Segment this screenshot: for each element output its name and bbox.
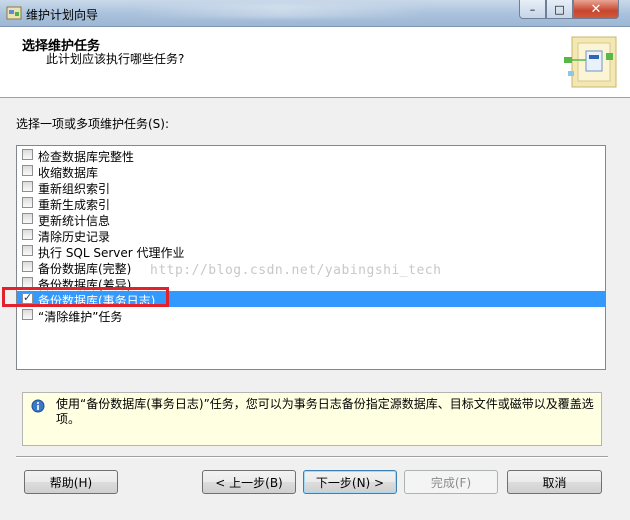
task-item[interactable]: 清除历史记录: [17, 227, 605, 244]
task-checkbox[interactable]: [22, 213, 33, 224]
next-button[interactable]: 下一步(N) >: [303, 470, 397, 494]
cancel-button[interactable]: 取消: [507, 470, 602, 494]
task-description-panel: 使用“备份数据库(事务日志)”任务，您可以为事务日志备份指定源数据库、目标文件或…: [22, 392, 602, 446]
task-checkbox[interactable]: [22, 181, 33, 192]
help-button[interactable]: 帮助(H): [24, 470, 118, 494]
task-item[interactable]: 更新统计信息: [17, 211, 605, 228]
task-item[interactable]: “清除维护”任务: [17, 307, 605, 324]
task-item[interactable]: 重新组织索引: [17, 179, 605, 196]
task-list-label: 选择一项或多项维护任务(S):: [16, 117, 170, 131]
wizard-window: 维护计划向导 – □ ✕ 选择维护任务 此计划应该执行哪些任务? 选择一项或多项…: [0, 0, 630, 520]
task-checkbox[interactable]: [22, 149, 33, 160]
task-checkbox[interactable]: [22, 165, 33, 176]
bottom-edge: [0, 505, 630, 520]
info-icon: [31, 399, 45, 413]
annotation-highlight-box: [2, 287, 169, 307]
button-divider: [16, 456, 608, 458]
minimize-button[interactable]: –: [519, 0, 546, 19]
task-checkbox[interactable]: [22, 261, 33, 272]
maximize-icon: □: [554, 2, 565, 16]
task-item[interactable]: 收缩数据库: [17, 163, 605, 180]
task-description-text: 使用“备份数据库(事务日志)”任务，您可以为事务日志备份指定源数据库、目标文件或…: [56, 397, 594, 426]
wizard-graphic-icon: [564, 36, 617, 88]
task-item[interactable]: 重新生成索引: [17, 195, 605, 212]
close-button[interactable]: ✕: [573, 0, 619, 19]
title-blur: [130, 4, 430, 18]
minimize-icon: –: [529, 2, 536, 16]
wizard-header: 选择维护任务 此计划应该执行哪些任务?: [0, 27, 630, 98]
task-checkbox[interactable]: [22, 229, 33, 240]
back-button[interactable]: < 上一步(B): [202, 470, 296, 494]
window-title: 维护计划向导: [26, 8, 99, 22]
task-item[interactable]: 检查数据库完整性: [17, 147, 605, 164]
finish-button[interactable]: 完成(F): [404, 470, 498, 494]
title-bar[interactable]: 维护计划向导 – □ ✕: [0, 0, 630, 27]
task-checkbox[interactable]: [22, 197, 33, 208]
close-icon: ✕: [590, 1, 602, 17]
task-checkbox[interactable]: [22, 309, 33, 320]
watermark-text: http://blog.csdn.net/yabingshi_tech: [150, 263, 442, 278]
page-subtitle: 此计划应该执行哪些任务?: [46, 52, 185, 66]
maximize-button[interactable]: □: [546, 0, 573, 19]
task-label: “清除维护”任务: [38, 310, 123, 324]
task-checkbox[interactable]: [22, 245, 33, 256]
task-item[interactable]: 执行 SQL Server 代理作业: [17, 243, 605, 260]
app-icon: [6, 6, 22, 20]
task-list[interactable]: 检查数据库完整性 收缩数据库 重新组织索引 重新生成索引 更新统计信息 清除历史…: [16, 145, 606, 370]
